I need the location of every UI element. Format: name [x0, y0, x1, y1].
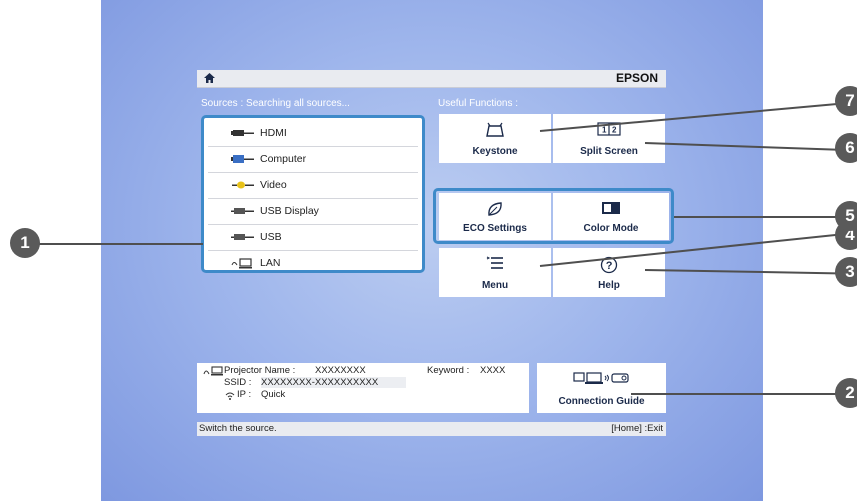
source-label: LAN [260, 257, 281, 269]
source-list: HDMI Computer Video USB Display USB LAN [201, 115, 425, 273]
ip-label: IP : [237, 389, 252, 400]
callout-6: 6 [835, 133, 857, 163]
hdmi-icon [230, 127, 256, 139]
callout-line-2 [631, 393, 851, 395]
callout-line-5 [674, 216, 854, 218]
source-item-computer[interactable]: Computer [208, 146, 418, 173]
source-label: USB Display [260, 205, 319, 217]
sources-label: Sources : Searching all sources... [201, 98, 350, 109]
keystone-label: Keystone [472, 146, 518, 157]
menu-icon [439, 256, 551, 274]
svg-text:1: 1 [602, 126, 607, 135]
lan-icon [203, 366, 223, 376]
callout-line-1 [38, 243, 203, 245]
source-label: USB [260, 231, 282, 243]
projector-name-value: XXXXXXXX [315, 365, 366, 376]
callout-5: 5 [835, 201, 857, 231]
lan-icon [230, 257, 256, 269]
eco-settings-label: ECO Settings [463, 223, 527, 234]
menu-button[interactable]: Menu [439, 248, 551, 297]
callout-1: 1 [10, 228, 40, 258]
title-bar: EPSON [197, 70, 666, 88]
useful-functions-label: Useful Functions : [438, 98, 519, 109]
callout-7: 7 [835, 86, 857, 116]
menu-label: Menu [481, 280, 509, 291]
callout-3: 3 [835, 257, 857, 287]
source-label: Video [260, 179, 287, 191]
connection-guide-label: Connection Guide [558, 396, 645, 407]
callout-2: 2 [835, 378, 857, 408]
source-item-usb[interactable]: USB [208, 224, 418, 251]
svg-text:2: 2 [612, 126, 617, 135]
split-screen-label: Split Screen [580, 146, 638, 157]
source-item-usb-display[interactable]: USB Display [208, 198, 418, 225]
help-label: Help [598, 280, 620, 291]
svg-text:?: ? [606, 260, 613, 272]
connection-guide-icon [537, 371, 666, 389]
ip-value: Quick [261, 389, 286, 400]
source-item-hdmi[interactable]: HDMI [208, 120, 418, 147]
usb-icon [230, 231, 256, 243]
usb-display-icon [230, 205, 256, 217]
wireless-icon [225, 392, 235, 400]
hint-text: Switch the source. [199, 423, 277, 434]
leaf-icon [439, 201, 551, 219]
keyword-value: XXXX [480, 365, 506, 376]
keystone-icon [439, 122, 551, 140]
source-label: Computer [260, 153, 307, 165]
source-label: HDMI [260, 127, 287, 139]
color-mode-button[interactable]: Color Mode [553, 193, 669, 240]
color-mode-icon [553, 201, 669, 219]
ssid-label: SSID : [224, 377, 252, 388]
projector-name-label: Projector Name : [224, 365, 296, 376]
status-bar: Switch the source. [Home] :Exit [197, 422, 666, 436]
connection-guide-button[interactable]: Connection Guide [537, 363, 666, 413]
eco-settings-button[interactable]: ECO Settings [439, 193, 551, 240]
video-icon [230, 179, 256, 191]
keystone-button[interactable]: Keystone [439, 114, 551, 163]
color-mode-label: Color Mode [583, 223, 639, 234]
home-icon[interactable] [203, 72, 216, 85]
exit-hint: [Home] :Exit [611, 423, 663, 434]
computer-icon [230, 153, 256, 165]
source-item-lan[interactable]: LAN [208, 250, 418, 276]
network-info-panel: Projector Name : XXXXXXXX Keyword : XXXX… [197, 363, 529, 413]
source-item-video[interactable]: Video [208, 172, 418, 199]
brand-logo: EPSON [615, 71, 658, 85]
keyword-label: Keyword : [427, 365, 470, 376]
ssid-value: XXXXXXXX-XXXXXXXXXX [261, 377, 407, 388]
